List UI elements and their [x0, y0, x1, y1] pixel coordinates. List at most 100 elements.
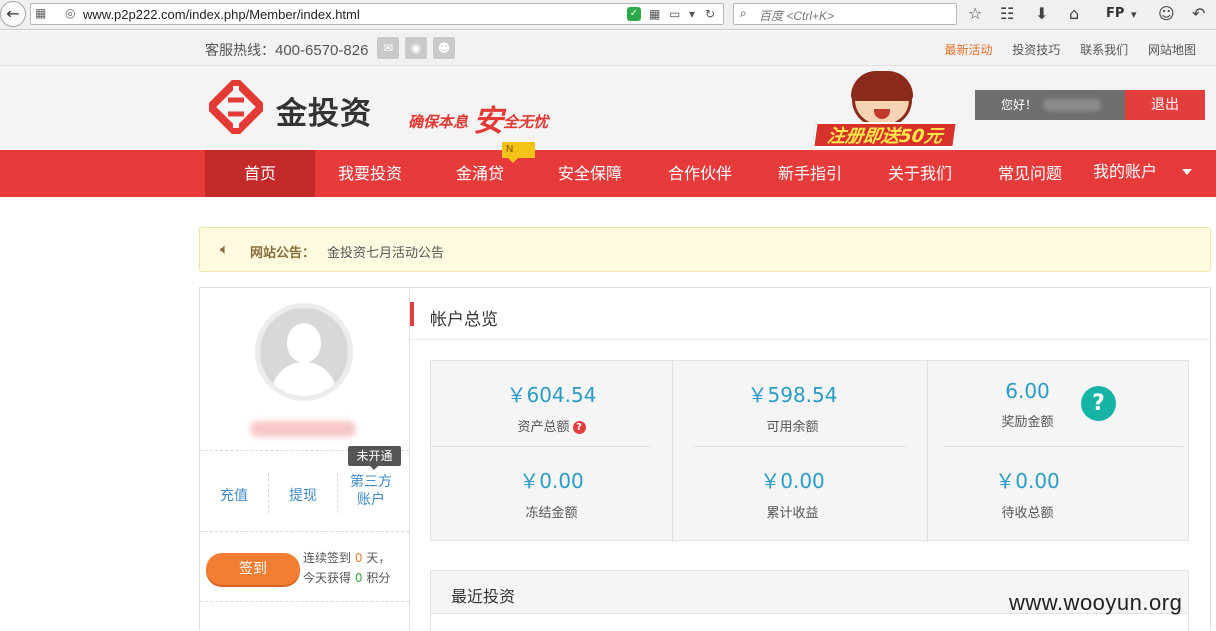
account-actions: 充值 提现 第三方 账户 未开通: [200, 446, 409, 532]
search-box[interactable]: ⌕ 百度 <Ctrl+K>: [733, 3, 957, 25]
sign-days: 0: [354, 551, 363, 565]
recharge-link[interactable]: 充值: [220, 485, 248, 505]
nav-about-us[interactable]: 关于我们: [865, 150, 975, 197]
shield-icon[interactable]: ✓: [627, 7, 641, 21]
reload-icon[interactable]: ↻: [705, 7, 715, 21]
redacted-username-label: [250, 421, 356, 437]
link-investment-tips[interactable]: 投资技巧: [1012, 43, 1060, 57]
overview-title: 帐户总览: [430, 310, 498, 330]
divider: [672, 361, 673, 542]
undo-icon[interactable]: ↶: [1192, 4, 1205, 23]
stat-pending-collection: ￥0.00 待收总额: [907, 447, 1148, 533]
help-icon[interactable]: ?: [1081, 386, 1116, 421]
help-question-icon[interactable]: ?: [572, 421, 586, 434]
fp-extension-button[interactable]: FP: [1106, 6, 1124, 21]
nav-partners[interactable]: 合作伙伴: [645, 150, 755, 197]
wechat-icon[interactable]: ✉: [377, 37, 399, 59]
divider: [943, 446, 1183, 447]
nav-invest[interactable]: 我要投资: [315, 150, 425, 197]
divider: [927, 361, 928, 542]
qr-code-icon[interactable]: ▦: [649, 7, 660, 21]
url-text[interactable]: www.p2p222.com/index.php/Member/index.ht…: [83, 7, 360, 22]
nav-beginner-guide[interactable]: 新手指引: [755, 150, 865, 197]
nav-my-account[interactable]: 我的账户: [1080, 148, 1170, 195]
tabs-grid-icon[interactable]: ▦: [35, 6, 46, 20]
points-today-label: 今天获得: [303, 571, 352, 585]
address-bar[interactable]: ▦ ◎ www.p2p222.com/index.php/Member/inde…: [30, 3, 724, 25]
not-activated-tooltip: 未开通: [348, 446, 401, 470]
stat-frozen-amount: ￥0.00 冻结金额: [431, 447, 672, 533]
stat-total-assets: ￥604.54 资产总额?: [431, 361, 672, 447]
fp-dropdown-icon[interactable]: ▾: [1131, 8, 1137, 21]
dropdown-arrow-icon[interactable]: ▾: [689, 7, 695, 21]
home-icon[interactable]: ⌂: [1069, 4, 1079, 23]
divider: [337, 473, 338, 513]
stat-value: ￥598.54: [747, 383, 838, 407]
divider: [693, 446, 907, 447]
divider: [268, 473, 269, 513]
slogan-part-b: 全无忧: [503, 113, 549, 131]
slogan: 确保本息 安全无忧: [408, 96, 548, 140]
nav-home[interactable]: 首页: [205, 150, 315, 197]
promo-text: 注册即送50元: [812, 122, 958, 148]
stats-grid: ￥604.54 资产总额? ￥598.54 可用余额 6.00 奖励金额 ￥0.…: [430, 360, 1189, 542]
slogan-part-a: 确保本息: [408, 113, 469, 131]
withdraw-link[interactable]: 提现: [289, 485, 317, 505]
weibo-icon[interactable]: ◉: [405, 37, 427, 59]
stat-label: 资产总额: [517, 420, 570, 435]
third-party-account-link[interactable]: 第三方 账户: [346, 473, 396, 509]
link-site-map[interactable]: 网站地图: [1148, 43, 1196, 57]
points-suffix: 积分: [366, 571, 391, 585]
register-promo-banner[interactable]: 注册即送50元: [812, 71, 958, 150]
stat-value: ￥0.00: [995, 469, 1060, 493]
new-badge: N: [502, 142, 535, 163]
sign-in-info: 连续签到 0 天， 今天获得 0 积分: [303, 548, 390, 588]
hotline-number: 400-6570-826: [275, 42, 369, 59]
stat-value: ￥0.00: [760, 469, 825, 493]
stat-total-earnings: ￥0.00 累计收益: [672, 447, 913, 533]
bookmarks-list-icon[interactable]: ☷: [1000, 4, 1014, 23]
notice-link[interactable]: 金投资七月活动公告: [327, 242, 444, 261]
stat-value: ￥0.00: [519, 469, 584, 493]
link-contact-us[interactable]: 联系我们: [1080, 43, 1128, 57]
sign-streak-label: 连续签到: [303, 551, 352, 565]
site-header: 金投资 确保本息 安全无忧 注册即送50元 您好！ 退出: [0, 66, 1216, 150]
hotline-label: 客服热线：: [205, 43, 275, 59]
chat-icon[interactable]: ☺: [1158, 4, 1175, 23]
notice-label: 网站公告：: [250, 246, 316, 261]
link-latest-events[interactable]: 最新活动: [944, 43, 992, 57]
sign-streak-suffix: 天，: [366, 551, 391, 565]
site-notice: 🔈︎ 网站公告： 金投资七月活动公告: [199, 227, 1211, 272]
avatar[interactable]: [255, 303, 353, 401]
accent-bar: [410, 302, 414, 326]
reader-view-icon[interactable]: ▭: [669, 7, 680, 21]
third-party-line1: 第三方: [350, 474, 392, 490]
user-greeting: 您好！: [975, 90, 1125, 120]
back-arrow-icon[interactable]: ←: [0, 1, 26, 27]
slogan-highlight: 安: [473, 104, 504, 139]
nav-faq[interactable]: 常见问题: [975, 150, 1085, 197]
logo-text[interactable]: 金投资: [276, 88, 372, 133]
divider: [200, 601, 409, 602]
account-dropdown-icon[interactable]: [1182, 169, 1192, 175]
hotline: 客服热线：400-6570-826: [205, 40, 368, 60]
top-links: 最新活动 投资技巧 联系我们 网站地图: [928, 41, 1196, 58]
logout-button[interactable]: 退出: [1125, 90, 1205, 120]
nav-security[interactable]: 安全保障: [535, 150, 645, 197]
speaker-icon: 🔈︎: [220, 240, 230, 258]
bookmark-star-icon[interactable]: ☆: [968, 4, 982, 23]
greeting-text: 您好！: [1001, 98, 1038, 112]
search-placeholder: 百度 <Ctrl+K>: [759, 9, 835, 23]
profile-panel: 充值 提现 第三方 账户 未开通 签到 连续签到 0 天， 今天获得 0 积分: [199, 287, 410, 630]
top-info-bar: 客服热线：400-6570-826 ✉ ◉ ☻ 最新活动 投资技巧 联系我们 网…: [0, 31, 1216, 66]
download-icon[interactable]: ⬇: [1035, 4, 1048, 23]
third-party-line2: 账户: [357, 492, 385, 508]
stat-label: 冻结金额: [525, 506, 578, 521]
stat-label: 可用余额: [766, 420, 819, 435]
globe-icon: ◎: [65, 6, 76, 20]
watermark: www.wooyun.org: [1009, 590, 1183, 615]
sign-in-button[interactable]: 签到: [206, 553, 300, 585]
qq-icon[interactable]: ☻: [433, 37, 455, 59]
logo-icon[interactable]: [209, 80, 263, 134]
points-today: 0: [354, 571, 363, 585]
